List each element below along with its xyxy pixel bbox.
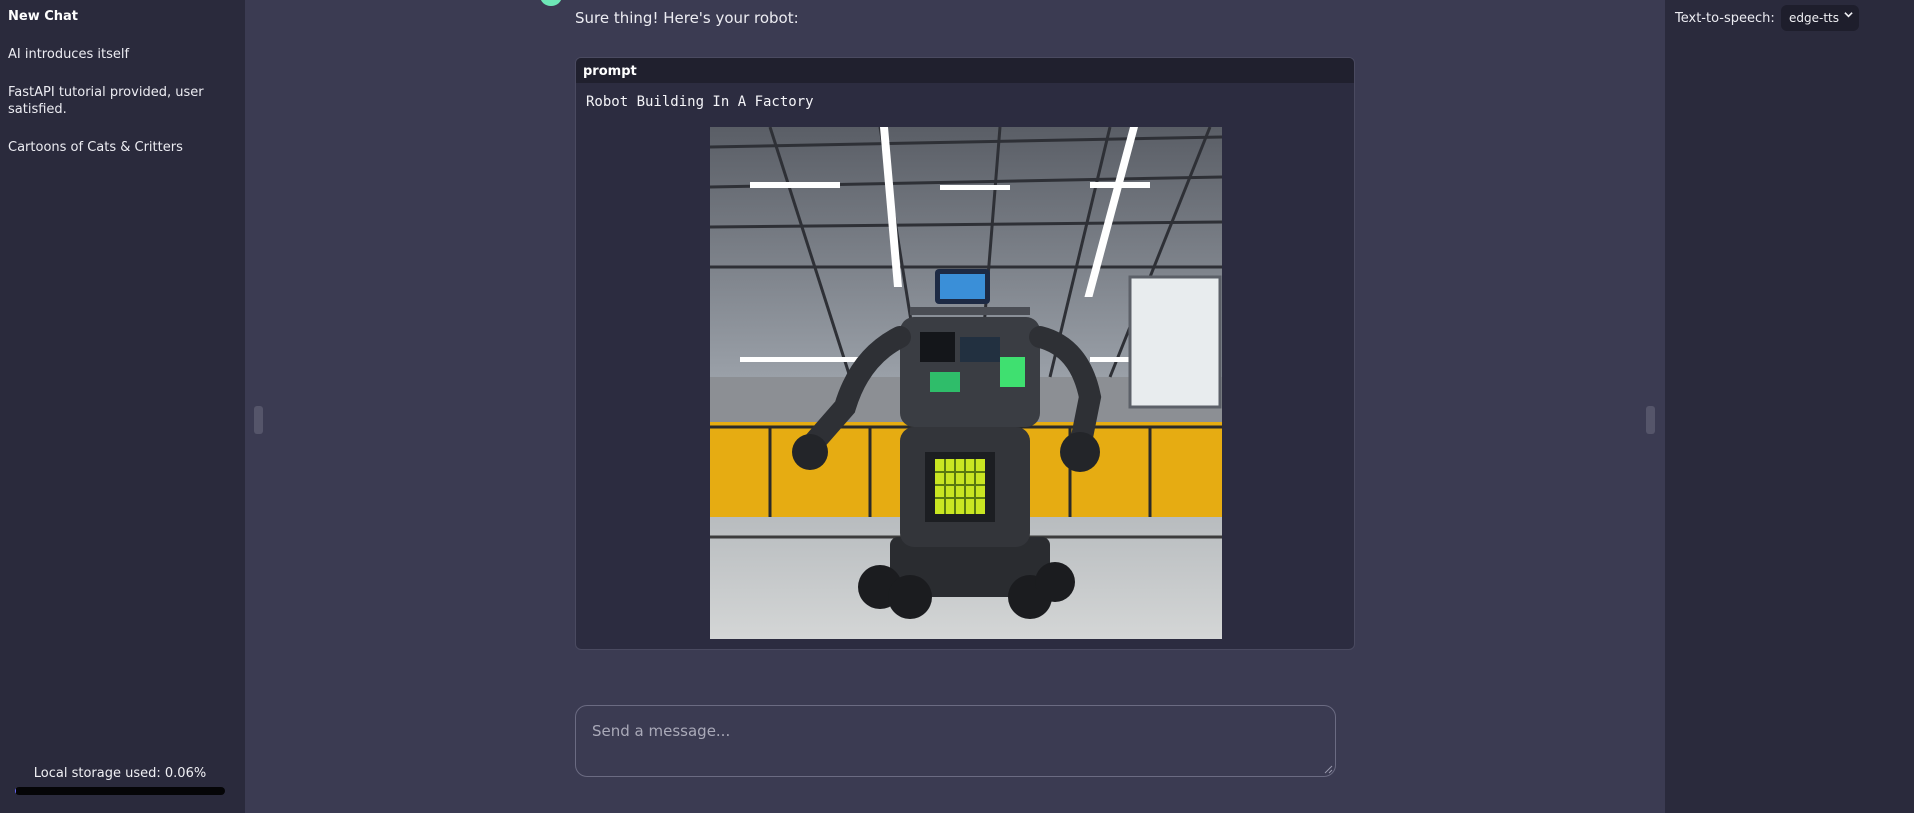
- right-panel-resize-handle[interactable]: [1646, 406, 1655, 434]
- sidebar-item-chat[interactable]: FastAPI tutorial provided, user satisfie…: [8, 84, 228, 118]
- message-input[interactable]: Send a message...: [575, 705, 1336, 777]
- sidebar-item-chat[interactable]: Cartoons of Cats & Critters: [8, 139, 228, 156]
- code-block-header: prompt: [576, 58, 1354, 83]
- assistant-avatar: [540, 0, 562, 6]
- robot-factory-illustration: [710, 127, 1222, 639]
- settings-panel: Text-to-speech: edge-tts: [1665, 0, 1914, 813]
- sidebar-item-new-chat[interactable]: New Chat: [8, 8, 228, 25]
- chevron-down-icon: [1844, 9, 1853, 22]
- generated-robot-image[interactable]: [710, 127, 1222, 639]
- storage-usage-bar: [15, 787, 225, 795]
- textarea-resize-grip-icon[interactable]: [1323, 764, 1333, 774]
- left-panel-resize-handle[interactable]: [254, 406, 263, 434]
- tts-label: Text-to-speech:: [1675, 11, 1775, 26]
- code-block: prompt Robot Building In A Factory: [575, 57, 1355, 650]
- prompt-text: Robot Building In A Factory: [586, 94, 814, 110]
- tts-select[interactable]: edge-tts: [1781, 5, 1859, 31]
- assistant-message-text: Sure thing! Here's your robot:: [575, 9, 799, 27]
- message-input-placeholder: Send a message...: [592, 722, 731, 740]
- tts-select-value: edge-tts: [1789, 11, 1839, 25]
- sidebar-item-chat[interactable]: AI introduces itself: [8, 46, 228, 63]
- storage-usage-label: Local storage used: 0.06%: [33, 766, 207, 781]
- sidebar: New Chat AI introduces itself FastAPI tu…: [0, 0, 245, 813]
